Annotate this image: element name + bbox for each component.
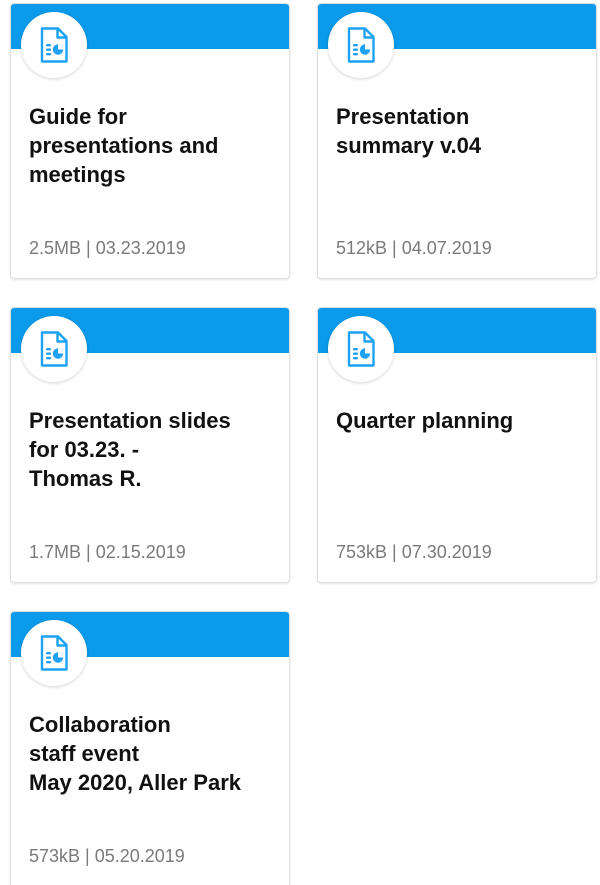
file-card[interactable]: Collaboration staff event May 2020, Alle…	[10, 611, 290, 885]
document-chart-icon	[328, 316, 394, 382]
file-card[interactable]: Guide for presentations and meetings 2.5…	[10, 3, 290, 279]
file-card[interactable]: Quarter planning 753kB | 07.30.2019	[317, 307, 597, 583]
file-meta: 573kB | 05.20.2019	[29, 846, 185, 866]
file-meta: 1.7MB | 02.15.2019	[29, 542, 186, 562]
document-chart-icon	[21, 316, 87, 382]
file-meta: 2.5MB | 03.23.2019	[29, 238, 186, 258]
file-title: Quarter planning	[336, 408, 514, 433]
file-title: Presentation summary v.04	[336, 104, 482, 158]
file-title: Presentation slides for 03.23. - Thomas …	[29, 408, 231, 491]
document-chart-icon	[21, 12, 87, 78]
file-title: Collaboration staff event May 2020, Alle…	[29, 712, 241, 795]
file-meta: 512kB | 04.07.2019	[336, 238, 492, 258]
document-chart-icon	[21, 620, 87, 686]
file-card[interactable]: Presentation slides for 03.23. - Thomas …	[10, 307, 290, 583]
document-chart-icon	[328, 12, 394, 78]
file-meta: 753kB | 07.30.2019	[336, 542, 492, 562]
file-title: Guide for presentations and meetings	[29, 104, 219, 187]
file-card[interactable]: Presentation summary v.04 512kB | 04.07.…	[317, 3, 597, 279]
file-grid: Guide for presentations and meetings 2.5…	[0, 0, 600, 885]
